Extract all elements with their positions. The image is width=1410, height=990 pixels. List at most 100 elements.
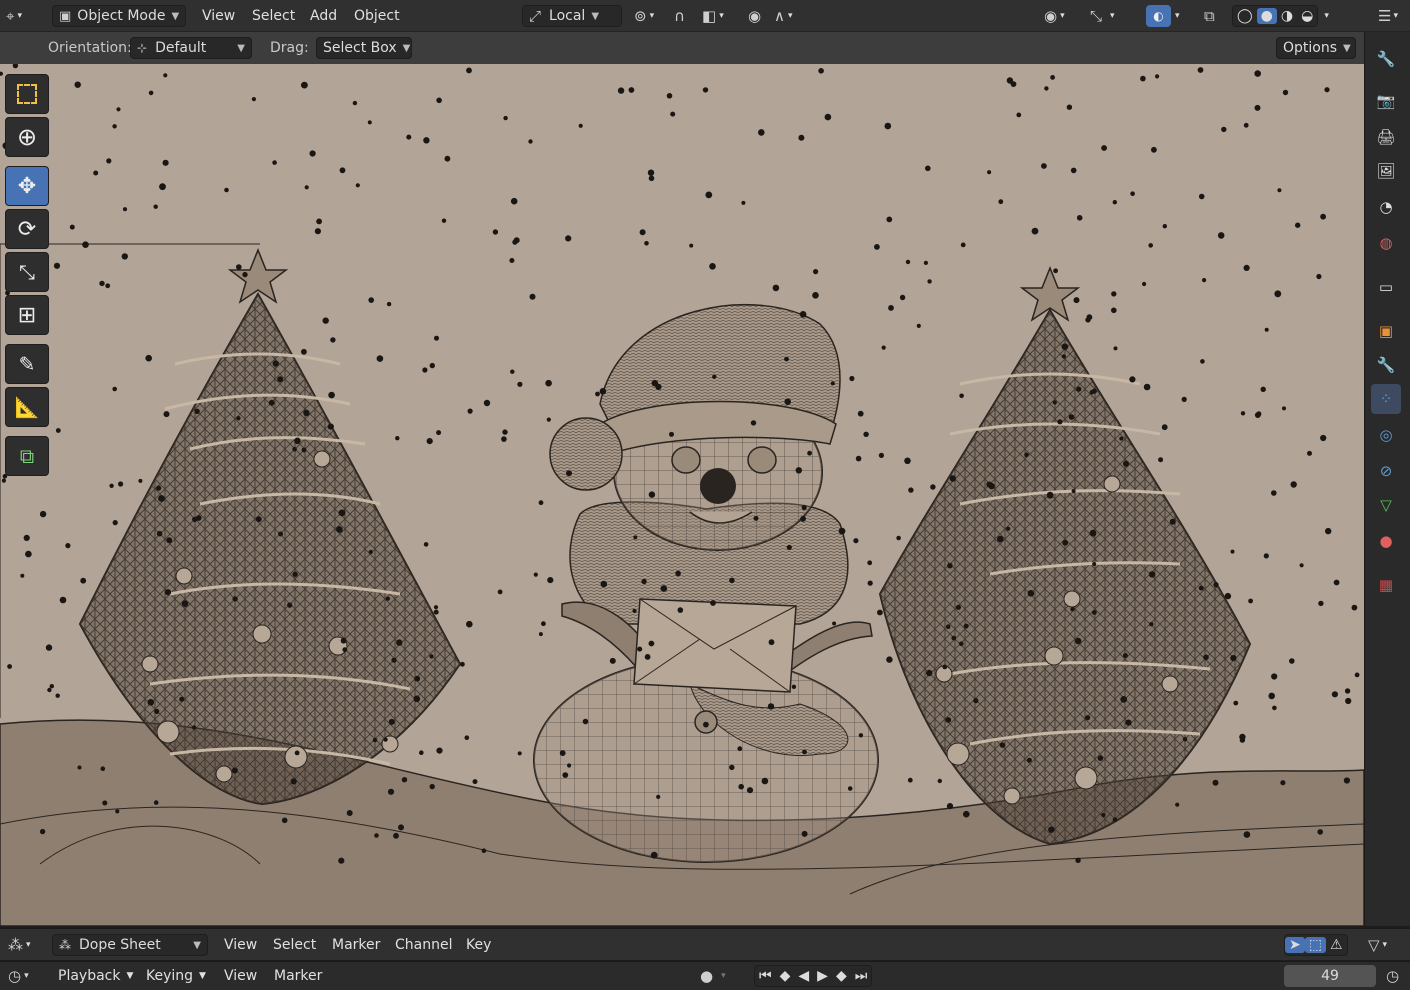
snow-particle — [309, 150, 316, 157]
snap-toggle[interactable]: ∩ — [674, 0, 685, 31]
object-icon[interactable]: ▣ — [1371, 316, 1401, 346]
timeline-header: ◷ ▾ Playback ▼ Keying ▼ View Marker ● ▾ ⏮ ◆ … — [0, 961, 1410, 990]
timeline-menu-keying[interactable]: Keying ▼ — [140, 962, 212, 990]
snow-particle — [93, 170, 99, 176]
select-box-tool[interactable] — [5, 74, 49, 114]
solid-shading-icon[interactable]: ● — [1256, 7, 1277, 24]
menu-select[interactable]: Select — [246, 0, 301, 31]
rendered-shading-icon[interactable]: ◒ — [1297, 8, 1317, 24]
snow-particle — [436, 747, 443, 754]
render-icon[interactable]: 📷 — [1371, 86, 1401, 116]
world-icon[interactable]: ◍ — [1371, 228, 1401, 258]
orientation-dropdown[interactable]: ⊹ Default ▼ — [130, 37, 252, 59]
snow-particle — [301, 447, 307, 453]
snow-particle — [916, 323, 921, 328]
play-reverse-icon[interactable]: ◀ — [794, 968, 813, 984]
snow-particle — [156, 530, 163, 537]
3d-viewport[interactable]: ⊕ ✥ ⟳ ⤡ ⊞ ✎ 📐 ⧉ — [0, 64, 1364, 926]
transform-orientation-dropdown[interactable]: ⤢ Local ▼ — [522, 5, 622, 27]
menu-object[interactable]: Object — [348, 0, 406, 31]
falloff-dropdown[interactable]: ∧ ▾ — [774, 0, 793, 31]
dope-sheet-icon: ⁂ — [8, 935, 23, 954]
snow-particle — [830, 381, 835, 386]
jump-keyframe-forward-icon[interactable]: ◆ — [832, 968, 851, 984]
filter-dropdown[interactable]: ▽ ▾ — [1368, 929, 1387, 960]
dope-menu-key[interactable]: Key — [460, 929, 497, 960]
jump-start-icon[interactable]: ⏮ — [755, 968, 776, 984]
wireframe-shading-icon[interactable]: ◯ — [1233, 8, 1257, 24]
scale-tool[interactable]: ⤡ — [5, 252, 49, 292]
move-tool[interactable]: ✥ — [5, 166, 49, 206]
dope-menu-view[interactable]: View — [218, 929, 263, 960]
collection-icon[interactable]: ▭ — [1371, 272, 1401, 302]
dope-mode-dropdown[interactable]: ⁂ Dope Sheet ▼ — [52, 934, 208, 956]
material-shading-icon[interactable]: ◑ — [1277, 8, 1297, 24]
menu-add[interactable]: Add — [304, 0, 343, 31]
texture-icon[interactable]: ▦ — [1371, 570, 1401, 600]
snow-particle — [444, 155, 451, 162]
timeline-editor-type-button[interactable]: ◷ ▾ — [8, 962, 29, 990]
snow-particle — [292, 446, 297, 452]
snow-particle — [959, 641, 964, 647]
view-layer-icon[interactable]: 🖼 — [1371, 156, 1401, 186]
cursor-tool[interactable]: ⊕ — [5, 117, 49, 157]
transform-tool[interactable]: ⊞ — [5, 295, 49, 335]
only-errors-icon[interactable]: ⚠ — [1326, 937, 1347, 953]
timeline-menu-marker[interactable]: Marker — [268, 962, 328, 990]
physics-icon[interactable]: ◎ — [1371, 420, 1401, 450]
snow-particle — [784, 398, 791, 406]
dope-menu-select[interactable]: Select — [267, 929, 322, 960]
dope-editor-type-button[interactable]: ⁂ ▾ — [8, 929, 31, 960]
measure-tool[interactable]: 📐 — [5, 387, 49, 427]
gizmo-toggle[interactable]: ⤡ ▾ — [1090, 0, 1115, 31]
snap-target-dropdown[interactable]: ◧ ▾ — [702, 0, 724, 31]
play-icon[interactable]: ▶ — [813, 968, 832, 984]
snow-particle — [112, 124, 117, 129]
overlays-toggle[interactable]: ◐ ▾ — [1146, 0, 1180, 31]
shading-dropdown-icon[interactable]: ▾ — [1324, 11, 1329, 21]
scene-icon[interactable]: ◔ — [1371, 192, 1401, 222]
jump-end-icon[interactable]: ⏭ — [851, 968, 872, 984]
snow-particle — [1271, 490, 1277, 496]
auto-keying-toggle[interactable]: ● ▾ — [700, 962, 726, 990]
snow-particle — [1200, 359, 1205, 364]
timeline-menu-view[interactable]: View — [218, 962, 263, 990]
editor-type-button[interactable]: ⌖ ▾ — [6, 0, 22, 31]
snow-particle — [1230, 655, 1237, 662]
menu-view[interactable]: View — [196, 0, 241, 31]
annotate-tool[interactable]: ✎ — [5, 344, 49, 384]
material-icon[interactable]: ● — [1371, 526, 1401, 556]
show-hidden-icon[interactable]: ⬚ — [1304, 936, 1326, 953]
add-cube-tool[interactable]: ⧉ — [5, 436, 49, 476]
snow-particle — [832, 621, 837, 626]
dope-menu-marker[interactable]: Marker — [326, 929, 386, 960]
envelope — [633, 598, 797, 693]
scene-render — [0, 64, 1364, 926]
data-icon[interactable]: ▽ — [1371, 490, 1401, 520]
constraints-icon[interactable]: ⊘ — [1371, 456, 1401, 486]
snow-particle — [156, 485, 162, 491]
snow-particle — [1073, 297, 1080, 304]
jump-keyframe-back-icon[interactable]: ◆ — [776, 968, 795, 984]
tool-icon[interactable]: 🔧 — [1371, 44, 1401, 74]
current-frame-field[interactable]: 49 — [1284, 962, 1376, 990]
mode-dropdown[interactable]: ▣ Object Mode ▼ — [52, 5, 186, 27]
timeline-menu-playback[interactable]: Playback ▼ — [52, 962, 139, 990]
rotate-tool[interactable]: ⟳ — [5, 209, 49, 249]
particles-icon[interactable]: ⁘ — [1371, 384, 1401, 414]
proportional-edit-toggle[interactable]: ◉ — [748, 0, 761, 31]
xray-toggle[interactable]: ⧉ — [1204, 0, 1215, 31]
output-icon[interactable]: 🖨 — [1371, 122, 1401, 152]
drag-dropdown[interactable]: Select Box ▼ — [316, 37, 412, 59]
falloff-curve-icon: ∧ — [774, 6, 785, 25]
only-selected-icon[interactable]: ➤ — [1285, 936, 1305, 953]
dope-menu-channel[interactable]: Channel — [389, 929, 458, 960]
snow-particle — [710, 600, 716, 606]
sidebar-toggle[interactable]: ☰ ▾ — [1378, 0, 1398, 31]
visibility-dropdown[interactable]: ◉ ▾ — [1044, 0, 1065, 31]
options-dropdown[interactable]: Options ▼ — [1276, 37, 1356, 59]
modifier-icon[interactable]: 🔧 — [1371, 350, 1401, 380]
timeline-clock-button[interactable]: ◷ — [1386, 962, 1399, 990]
pivot-point-button[interactable]: ⊚ ▾ — [634, 0, 654, 31]
snow-particle — [1240, 411, 1246, 416]
